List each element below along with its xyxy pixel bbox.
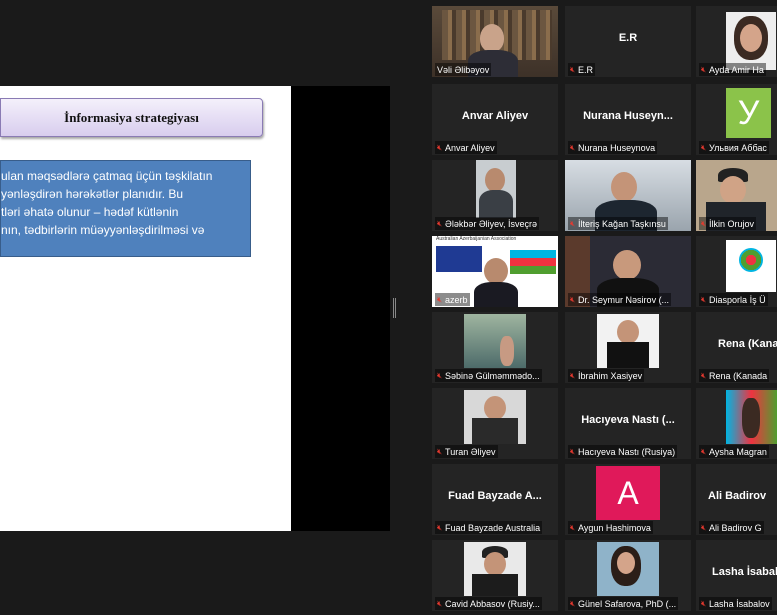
participant-tile[interactable]: 🔇︎ Səbinə Gülməmmədo... [432,312,558,383]
participant-tile[interactable]: Australian Azerbaijanian Association 🔇︎ a… [432,236,558,307]
participant-tile[interactable]: 🔇︎ İlteriş Kağan Taşkınsu [565,160,691,231]
participant-name: E.R [578,64,594,75]
participant-name: Aysha Magran [709,446,767,457]
participant-tile[interactable]: Hacıyeva Nastı (... 🔇︎ Hacıyeva Nastı (Ru… [565,388,691,459]
participant-tile[interactable]: 🔇︎ Ayda Amir Ha [696,6,777,77]
mic-off-icon: 🔇︎ [437,446,443,456]
participant-display-name: Nurana Huseyn... [583,110,673,122]
avatar: У [726,88,771,138]
participant-tile[interactable]: Fuad Bayzade A... 🔇︎ Fuad Bayzade Austral… [432,464,558,535]
participant-tile[interactable]: 🔇︎ İlkin Orujov [696,160,777,231]
participant-name: İbrahim Xasiyev [578,370,643,381]
slide-text-line: nın, tədbirlərin müəyyənləşdirilməsi və [1,223,205,237]
participant-tile[interactable]: Rena (Kana 🔇︎ Rena (Kanada [696,312,777,383]
participant-display-name: Anvar Aliyev [461,110,529,122]
slide-text-line: yənləşdirən hərəkətlər planıdır. Bu [1,187,184,201]
participant-display-name: Fuad Bayzade A... [448,490,542,502]
mic-off-icon: 🔇︎ [570,294,576,304]
mic-off-icon: 🔇︎ [701,294,707,304]
avatar [726,240,776,292]
screen-share-area: İnformasiya strategiyası ulan məqsədlərə… [0,86,390,531]
slide-text-line: tləri əhatə olunur – hədəf kütlənin [1,205,179,219]
participant-display-name: Rena (Kana [718,338,777,350]
participant-name: Lasha İsabalov [709,598,770,609]
participant-tile[interactable]: Ali Badirov 🔇︎ Ali Badirov G [696,464,777,535]
mic-off-icon: 🔇︎ [437,598,443,608]
participant-name: Fuad Bayzade Australia [445,522,541,533]
participant-name: Diasporla İş Ü [709,294,766,305]
mic-off-icon: 🔇︎ [570,522,576,532]
australia-flag-icon [436,246,482,272]
participant-name: Günel Safarova, PhD (... [578,598,677,609]
participant-name: Ələkbər Əliyev, İsveçrə [445,218,537,229]
participant-tile[interactable]: Anvar Aliyev 🔇︎ Anvar Aliyev [432,84,558,155]
mic-off-icon: 🔇︎ [570,218,576,228]
mic-off-icon: 🔇︎ [437,218,443,228]
mic-off-icon: 🔇︎ [570,142,576,152]
participant-tile[interactable]: 🔇︎ Turan Əliyev [432,388,558,459]
participant-tile[interactable]: 🔇︎ Cavid Abbasov (Rusiy... [432,540,558,611]
participant-name: Ayda Amir Ha [709,64,764,75]
participant-name: Aygun Hashimova [578,522,651,533]
mic-off-icon: 🔇︎ [701,218,707,228]
mic-off-icon: 🔇︎ [701,370,707,380]
participant-tile[interactable]: У 🔇︎ Ульвия Аббас [696,84,777,155]
participant-tile[interactable]: 🔇︎ Aysha Magran [696,388,777,459]
mic-off-icon: 🔇︎ [437,370,443,380]
participant-name: Ульвия Аббас [709,142,767,153]
slide-content-box: ulan məqsədlərə çatmaq üçün təşkilatın y… [0,160,251,257]
azerbaijan-flag-icon [510,250,556,258]
participant-name: İlteriş Kağan Taşkınsu [578,218,666,229]
participant-tile[interactable]: A 🔇︎ Aygun Hashimova [565,464,691,535]
participant-tile[interactable]: Nurana Huseyn... 🔇︎ Nurana Huseynova [565,84,691,155]
participant-name: Hacıyeva Nastı (Rusiya) [578,446,676,457]
mic-off-icon: 🔇︎ [437,142,443,152]
participant-name: azerb [445,294,468,305]
participant-tile[interactable]: E.R 🔇︎ E.R [565,6,691,77]
mic-off-icon: 🔇︎ [437,294,443,304]
participant-tile[interactable]: Lasha İsabal 🔇︎ Lasha İsabalov [696,540,777,611]
mic-off-icon: 🔇︎ [701,598,707,608]
panel-resize-handle[interactable] [393,298,396,318]
presentation-slide: İnformasiya strategiyası ulan məqsədlərə… [0,86,291,531]
slide-title: İnformasiya strategiyası [0,98,263,137]
participant-name: Ali Badirov G [709,522,762,533]
mic-off-icon: 🔇︎ [570,598,576,608]
participant-display-name: Lasha İsabal [712,566,777,578]
participant-tile[interactable]: 🔇︎ İbrahim Xasiyev [565,312,691,383]
emblem-icon [739,248,763,272]
participant-name: Nurana Huseynova [578,142,656,153]
participant-name: Rena (Kanada [709,370,768,381]
participant-tile[interactable]: 🔇︎ Ələkbər Əliyev, İsveçrə [432,160,558,231]
participant-tile[interactable]: 🔇︎ Dr. Seymur Nəsirov (... [565,236,691,307]
participant-name: Anvar Aliyev [445,142,495,153]
mic-off-icon: 🔇︎ [570,370,576,380]
participant-name: İlkin Orujov [709,218,755,229]
participant-display-name: E.R [618,32,638,44]
participant-tile[interactable]: 🔇︎ Diasporla İş Ü [696,236,777,307]
mic-off-icon: 🔇︎ [701,64,707,74]
participant-name: Səbinə Gülməmmədo... [445,370,540,381]
participant-name: Cavid Abbasov (Rusiy... [445,598,540,609]
avatar: A [596,466,660,520]
participant-tile[interactable]: Vəli Əlibəyov [432,6,558,77]
participant-name: Turan Əliyev [445,446,496,457]
mic-off-icon: 🔇︎ [701,446,707,456]
mic-off-icon: 🔇︎ [570,64,576,74]
participant-display-name: Hacıyeva Nastı (... [581,414,675,426]
participant-name: Dr. Seymur Nəsirov (... [578,294,670,305]
mic-off-icon: 🔇︎ [701,522,707,532]
participant-name: Vəli Əlibəyov [435,63,492,76]
slide-text-line: ulan məqsədlərə çatmaq üçün təşkilatın [1,169,213,183]
mic-off-icon: 🔇︎ [701,142,707,152]
mic-off-icon: 🔇︎ [570,446,576,456]
participant-display-name: Ali Badirov [708,490,767,502]
participant-tile[interactable]: 🔇︎ Günel Safarova, PhD (... [565,540,691,611]
mic-off-icon: 🔇︎ [437,522,443,532]
